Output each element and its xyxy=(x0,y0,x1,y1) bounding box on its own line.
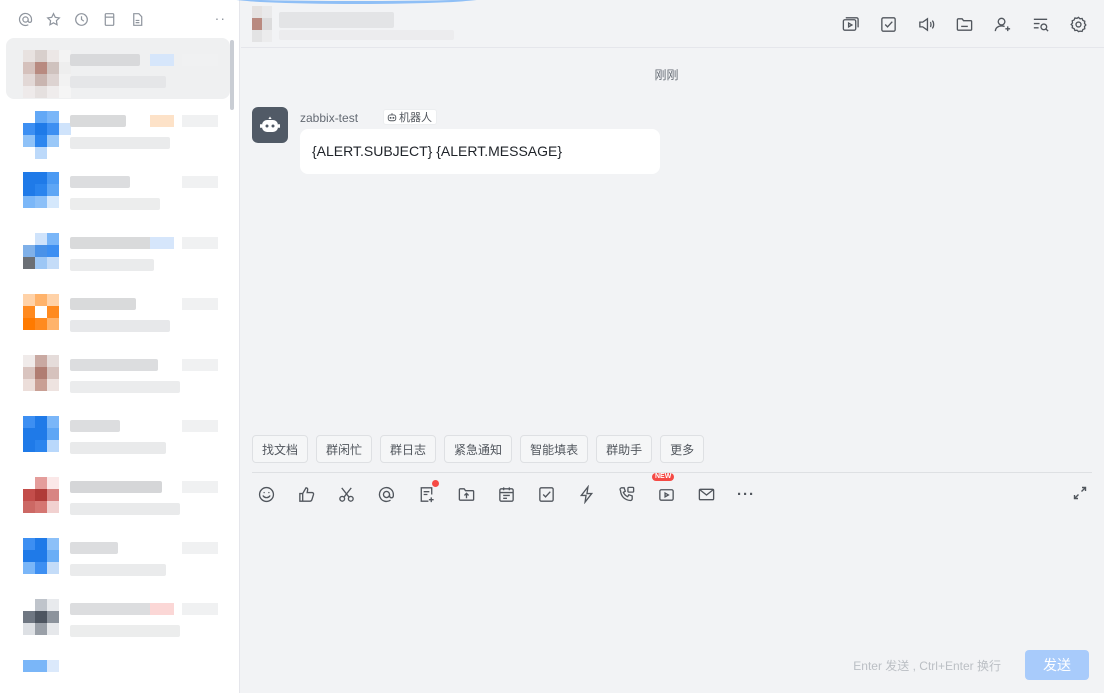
chat-app: ·· 刚刚 zabbix-test 机器人 {ALERT.SUBJECT} {A… xyxy=(0,0,1104,693)
conversation-item[interactable] xyxy=(6,221,230,282)
task-icon[interactable] xyxy=(878,14,898,34)
conversation-item[interactable] xyxy=(6,648,230,693)
robot-icon xyxy=(260,116,280,132)
avatar xyxy=(23,599,71,647)
avatar xyxy=(23,660,71,693)
avatar xyxy=(23,538,71,586)
composer-toolbar: NEW ··· xyxy=(256,473,756,505)
video-meeting-icon[interactable] xyxy=(840,14,860,34)
conversation-item[interactable] xyxy=(6,587,230,648)
mail-icon[interactable] xyxy=(696,483,716,505)
expand-icon[interactable] xyxy=(1072,485,1090,503)
phone-video-icon[interactable] xyxy=(616,483,636,505)
chat-header xyxy=(229,0,1104,48)
robot-tag-icon xyxy=(387,113,397,122)
checkbox-task-icon[interactable] xyxy=(536,483,556,505)
header-decoration xyxy=(229,0,484,4)
doc-add-icon[interactable] xyxy=(416,480,439,505)
sidebar-toolbar: ·· xyxy=(0,0,240,38)
avatar xyxy=(23,172,71,220)
header-actions xyxy=(840,14,1088,34)
quick-actions-bar: 找文档 群闲忙 群日志 紧急通知 智能填表 群助手 更多 xyxy=(252,435,705,463)
calendar-icon[interactable] xyxy=(496,483,516,505)
avatar xyxy=(23,50,71,98)
time-divider: 刚刚 xyxy=(654,68,679,82)
avatar xyxy=(23,233,71,281)
message-sender[interactable]: zabbix-test xyxy=(300,111,358,125)
new-badge: NEW xyxy=(652,473,675,481)
scissors-icon[interactable] xyxy=(336,483,356,505)
send-button[interactable]: 发送 xyxy=(1025,650,1089,680)
message-bubble[interactable]: {ALERT.SUBJECT} {ALERT.MESSAGE} xyxy=(300,129,660,174)
avatar xyxy=(23,416,71,464)
add-member-icon[interactable] xyxy=(992,14,1012,34)
conversation-item[interactable] xyxy=(6,282,230,343)
notification-dot xyxy=(432,480,439,487)
group-name-redacted[interactable] xyxy=(279,12,394,28)
sidebar-more-icon[interactable]: ·· xyxy=(215,10,226,26)
quick-action-group-availability[interactable]: 群闲忙 xyxy=(316,435,373,463)
conversation-item[interactable] xyxy=(6,526,230,587)
conversation-sidebar: ·· xyxy=(0,0,240,693)
document-icon[interactable] xyxy=(128,10,146,28)
conversation-item[interactable] xyxy=(6,160,230,221)
star-icon[interactable] xyxy=(44,10,62,28)
quick-action-more[interactable]: 更多 xyxy=(660,435,705,463)
quick-action-find-docs[interactable]: 找文档 xyxy=(252,435,309,463)
lightning-icon[interactable] xyxy=(576,483,596,505)
conversation-item[interactable] xyxy=(6,99,230,160)
avatar xyxy=(23,294,71,342)
sidebar-scrollbar[interactable] xyxy=(230,40,234,110)
conversation-item[interactable] xyxy=(6,465,230,526)
group-subtitle-redacted xyxy=(279,30,454,40)
quick-action-group-assistant[interactable]: 群助手 xyxy=(596,435,653,463)
avatar xyxy=(23,355,71,403)
conversation-item[interactable] xyxy=(6,38,230,99)
upload-folder-icon[interactable] xyxy=(456,483,476,505)
quick-action-group-log[interactable]: 群日志 xyxy=(380,435,437,463)
send-hint: Enter 发送 , Ctrl+Enter 换行 xyxy=(853,659,1001,673)
quick-action-smart-form[interactable]: 智能填表 xyxy=(520,435,589,463)
bookmark-icon[interactable] xyxy=(100,10,118,28)
bot-avatar[interactable] xyxy=(252,107,288,143)
thumbs-up-icon[interactable] xyxy=(296,483,316,505)
avatar xyxy=(23,477,71,525)
more-icon[interactable]: ··· xyxy=(736,483,756,505)
message-composer: NEW ··· Enter 发送 , Ctrl+Enter 换行 发送 xyxy=(252,472,1092,693)
quick-action-urgent-notice[interactable]: 紧急通知 xyxy=(444,435,513,463)
clock-icon[interactable] xyxy=(72,10,90,28)
live-stream-icon[interactable]: NEW xyxy=(652,473,676,505)
conversation-item[interactable] xyxy=(6,404,230,465)
folder-icon[interactable] xyxy=(954,14,974,34)
at-icon[interactable] xyxy=(16,10,34,28)
conversation-list xyxy=(0,38,236,693)
conversation-item[interactable] xyxy=(6,343,230,404)
bot-tag-label: 机器人 xyxy=(399,112,432,124)
message-input[interactable] xyxy=(252,513,1092,643)
bot-tag: 机器人 xyxy=(383,109,437,125)
mention-icon[interactable] xyxy=(376,483,396,505)
settings-gear-icon[interactable] xyxy=(1068,14,1088,34)
search-history-icon[interactable] xyxy=(1030,14,1050,34)
group-avatar[interactable] xyxy=(252,6,272,42)
message-area: 刚刚 zabbix-test 机器人 {ALERT.SUBJECT} {ALER… xyxy=(241,49,1092,429)
emoji-icon[interactable] xyxy=(256,483,276,505)
announcement-icon[interactable] xyxy=(916,14,936,34)
avatar xyxy=(23,111,71,159)
